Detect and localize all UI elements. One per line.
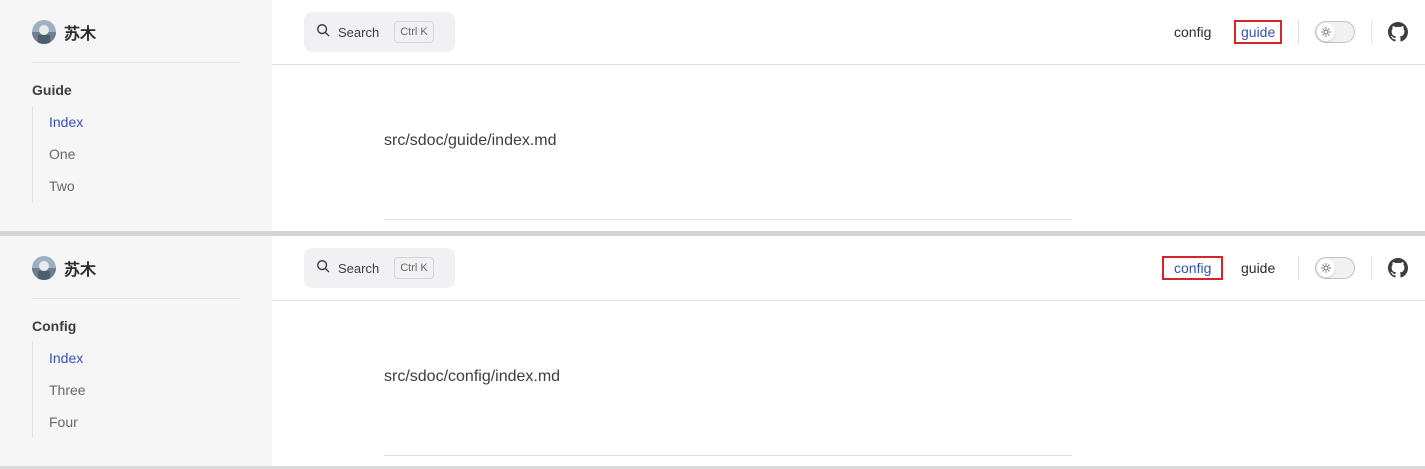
search-label: Search	[338, 260, 380, 276]
sun-icon	[1317, 23, 1335, 41]
sidebar-group-title: Guide	[32, 82, 72, 98]
search-icon	[316, 259, 330, 278]
search-label: Search	[338, 24, 380, 40]
nav-divider	[1298, 256, 1299, 280]
search-icon	[316, 23, 330, 42]
docs-page-config: 苏木 Config Index Three Four Search Ctrl K…	[0, 236, 1425, 467]
docs-page-guide: 苏木 Guide Index One Two Search Ctrl K con…	[0, 0, 1425, 231]
brand[interactable]: 苏木	[32, 20, 96, 44]
sidebar-list: Index One Two	[32, 106, 232, 202]
nav-divider	[1298, 20, 1299, 44]
avatar	[32, 20, 56, 44]
avatar	[32, 256, 56, 280]
nav-link-guide[interactable]: guide	[1234, 20, 1283, 44]
nav-link-config[interactable]: config	[1162, 256, 1224, 280]
search-button[interactable]: Search Ctrl K	[304, 12, 455, 52]
header-divider	[272, 300, 1425, 301]
sidebar-group-title: Config	[32, 318, 77, 334]
sidebar-item-one[interactable]: One	[33, 138, 232, 170]
header-divider	[272, 64, 1425, 65]
github-icon[interactable]	[1388, 22, 1408, 42]
sun-icon	[1317, 259, 1335, 277]
brand[interactable]: 苏木	[32, 256, 96, 280]
sidebar-divider	[32, 298, 240, 299]
nav-link-config[interactable]: config	[1169, 20, 1216, 44]
search-button[interactable]: Search Ctrl K	[304, 248, 455, 288]
sidebar-item-two[interactable]: Two	[33, 170, 232, 202]
sidebar-list: Index Three Four	[32, 342, 232, 438]
content-path: src/sdoc/guide/index.md	[384, 132, 557, 149]
nav-divider	[1371, 20, 1372, 44]
sidebar-item-four[interactable]: Four	[33, 406, 232, 438]
content-divider	[384, 455, 1072, 456]
sidebar: 苏木 Guide Index One Two	[0, 0, 272, 231]
search-shortcut: Ctrl K	[394, 21, 434, 43]
sidebar: 苏木 Config Index Three Four	[0, 236, 272, 467]
site-title: 苏木	[64, 24, 97, 43]
sidebar-item-three[interactable]: Three	[33, 374, 232, 406]
sidebar-item-index[interactable]: Index	[33, 106, 232, 138]
search-shortcut: Ctrl K	[394, 257, 434, 279]
sidebar-divider	[32, 62, 240, 63]
sidebar-item-index[interactable]: Index	[33, 342, 232, 374]
github-icon[interactable]	[1388, 258, 1408, 278]
content-path: src/sdoc/config/index.md	[384, 368, 561, 385]
theme-toggle[interactable]	[1315, 21, 1355, 43]
nav-divider	[1371, 256, 1372, 280]
site-title: 苏木	[64, 260, 97, 279]
nav-link-guide[interactable]: guide	[1236, 256, 1280, 280]
content-divider	[384, 219, 1072, 220]
theme-toggle[interactable]	[1315, 257, 1355, 279]
